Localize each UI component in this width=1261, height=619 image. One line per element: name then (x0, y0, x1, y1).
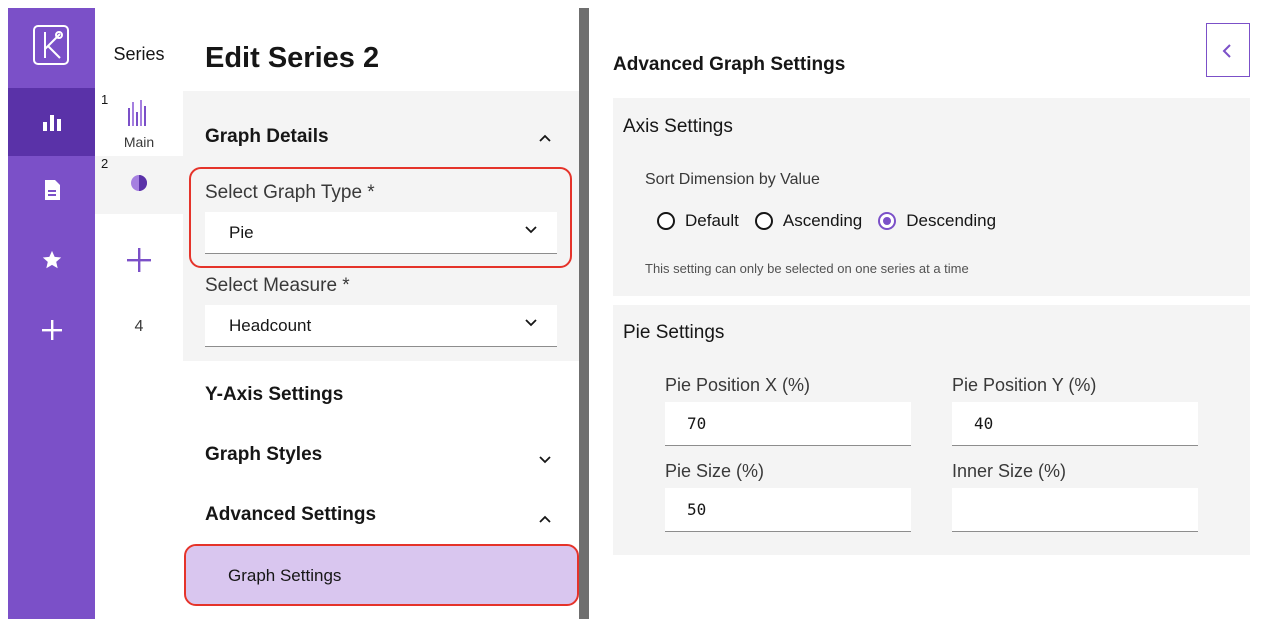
series-column: Series 1 Main 2 4 (95, 8, 183, 619)
series-count: 4 (134, 318, 144, 335)
radio-circle (754, 212, 773, 230)
chevron-left-icon (1222, 44, 1231, 58)
pie-position-y-input[interactable]: 40 (952, 402, 1198, 446)
collapse-panel-button[interactable] (1206, 23, 1250, 77)
radio-default[interactable]: Default (657, 211, 739, 231)
measure-label: Select Measure * (205, 275, 350, 296)
bar-series-icon (128, 100, 146, 126)
radio-label: Default (685, 211, 739, 230)
chevron-up-icon[interactable] (539, 129, 551, 145)
series-item-2[interactable]: 2 (95, 156, 183, 214)
highlight-box (184, 544, 579, 606)
pie-position-y-label: Pie Position Y (%) (952, 375, 1097, 395)
series-item-1[interactable]: 1 Main (95, 92, 183, 156)
add-series-button[interactable] (123, 244, 155, 276)
pie-position-x-input[interactable]: 70 (665, 402, 911, 446)
radio-circle (657, 212, 675, 230)
series-title: Series (113, 44, 165, 64)
app-rail (8, 8, 95, 619)
panel-divider[interactable] (579, 8, 589, 619)
edit-series-panel: Edit Series 2 Graph Details Select Graph… (183, 8, 579, 619)
radio-ascending[interactable]: Ascending (754, 211, 863, 231)
plus-icon (41, 320, 62, 340)
radio-circle-selected (878, 212, 897, 230)
pie-position-x-label: Pie Position X (%) (665, 375, 811, 395)
chevron-down-icon (525, 319, 537, 327)
series-number: 1 (101, 92, 109, 107)
pie-size-label: Pie Size (%) (665, 461, 765, 481)
pie-size-input[interactable]: 50 (665, 488, 911, 532)
bar-chart-icon (42, 115, 61, 131)
panel-title: Advanced Graph Settings (613, 54, 846, 75)
plus-icon (127, 248, 151, 272)
highlight-box (189, 167, 572, 268)
pie-series-icon (131, 175, 147, 191)
measure-value: Headcount (229, 316, 312, 335)
chevron-up-icon[interactable] (539, 510, 551, 526)
advanced-settings-header[interactable]: Advanced Settings (205, 504, 376, 526)
pie-size-value: 50 (687, 500, 707, 519)
helper-text: This setting can only be selected on one… (645, 261, 969, 276)
y-axis-settings-header[interactable]: Y-Axis Settings (205, 384, 343, 406)
pie-settings-title: Pie Settings (623, 322, 725, 343)
radio-descending[interactable]: Descending (878, 211, 996, 231)
chevron-down-icon[interactable] (539, 451, 551, 467)
pie-position-y-value: 40 (974, 414, 994, 433)
series-label: Main (123, 134, 155, 150)
document-icon (44, 180, 60, 200)
sort-dimension-label: Sort Dimension by Value (645, 171, 820, 188)
graph-details-header[interactable]: Graph Details (205, 126, 329, 148)
rail-item-charts[interactable] (8, 88, 95, 156)
rail-item-add[interactable] (8, 296, 95, 364)
axis-settings-card: Axis Settings Sort Dimension by Value De… (613, 98, 1250, 296)
series-number: 2 (101, 156, 109, 171)
star-icon (42, 250, 61, 269)
app-logo-icon[interactable] (33, 25, 69, 65)
page-title: Edit Series 2 (205, 42, 380, 74)
rail-item-documents[interactable] (8, 156, 95, 224)
radio-label: Ascending (782, 211, 863, 230)
inner-size-input[interactable] (952, 488, 1198, 532)
axis-settings-title: Axis Settings (623, 116, 733, 137)
radio-label: Descending (906, 211, 997, 230)
pie-settings-card: Pie Settings Pie Position X (%) 70 Pie P… (613, 305, 1250, 555)
pie-position-x-value: 70 (687, 414, 707, 433)
inner-size-label: Inner Size (%) (952, 461, 1067, 481)
graph-styles-header[interactable]: Graph Styles (205, 444, 322, 466)
measure-select[interactable]: Headcount (205, 305, 557, 347)
advanced-graph-settings-panel: Advanced Graph Settings Axis Settings So… (589, 8, 1261, 619)
rail-item-favorites[interactable] (8, 226, 95, 294)
sort-radio-group: Default Ascending Descending (657, 211, 1012, 231)
